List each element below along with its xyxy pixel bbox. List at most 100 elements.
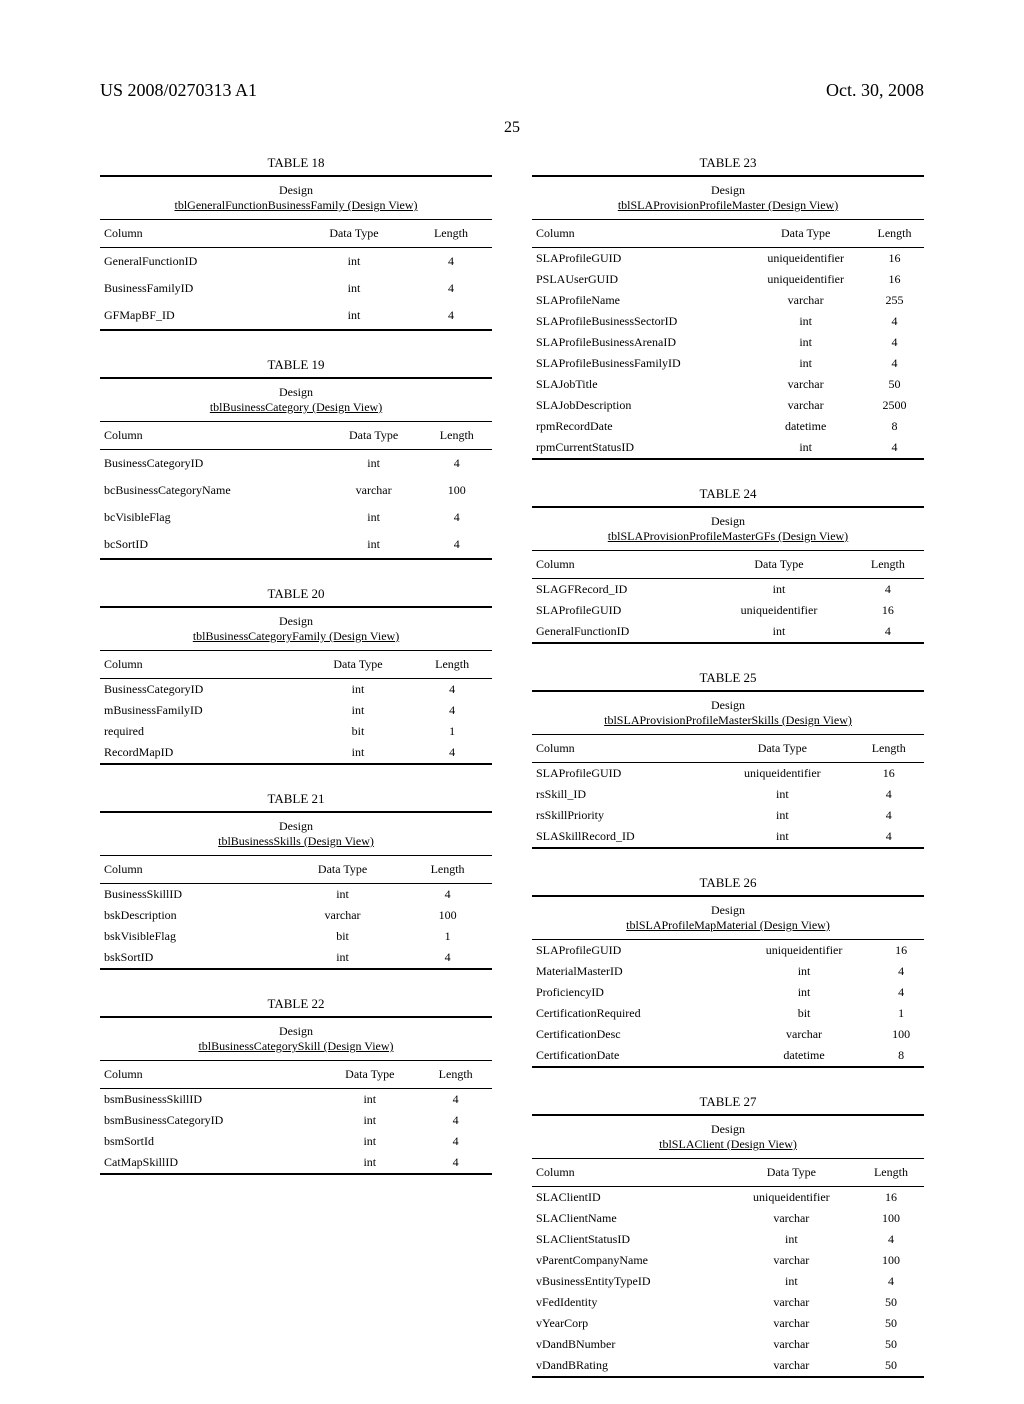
cell-column-name: vFedIdentity bbox=[532, 1292, 725, 1313]
cell-length: 16 bbox=[865, 269, 924, 290]
cell-data-type: int bbox=[320, 1110, 419, 1131]
table-row: ProficiencyIDint4 bbox=[532, 982, 924, 1003]
cell-column-name: SLAProfileBusinessArenaID bbox=[532, 332, 746, 353]
column-header-length: Length bbox=[865, 220, 924, 248]
table-row: SLAGFRecord_IDint4 bbox=[532, 579, 924, 601]
page-number: 25 bbox=[100, 119, 924, 137]
cell-data-type: int bbox=[326, 450, 422, 478]
cell-data-type: int bbox=[326, 504, 422, 531]
cell-length: 16 bbox=[878, 940, 924, 961]
table-row: SLAProfileGUIDuniqueidentifier16 bbox=[532, 248, 924, 270]
table-row: BusinessSkillIDint4 bbox=[100, 884, 492, 906]
cell-data-type: int bbox=[320, 1152, 419, 1173]
cell-column-name: mBusinessFamilyID bbox=[100, 700, 304, 721]
cell-data-type: varchar bbox=[746, 374, 865, 395]
table-row: requiredbit1 bbox=[100, 721, 492, 742]
cell-length: 8 bbox=[865, 416, 924, 437]
cell-column-name: rpmRecordDate bbox=[532, 416, 746, 437]
cell-data-type: bit bbox=[730, 1003, 879, 1024]
cell-column-name: GeneralFunctionID bbox=[532, 621, 706, 642]
table-row: SLAClientIDuniqueidentifier16 bbox=[532, 1187, 924, 1209]
table-block: TABLE 21DesigntblBusinessSkills (Design … bbox=[100, 791, 492, 970]
cell-column-name: CatMapSkillID bbox=[100, 1152, 320, 1173]
cell-data-type: uniqueidentifier bbox=[746, 248, 865, 270]
cell-length: 50 bbox=[858, 1292, 924, 1313]
cell-length: 16 bbox=[858, 1187, 924, 1209]
table-number: TABLE 19 bbox=[100, 357, 492, 373]
table-number: TABLE 18 bbox=[100, 155, 492, 171]
table-number: TABLE 21 bbox=[100, 791, 492, 807]
table-row: RecordMapIDint4 bbox=[100, 742, 492, 763]
cell-column-name: BusinessCategoryID bbox=[100, 450, 326, 478]
cell-data-type: int bbox=[746, 311, 865, 332]
table-row: SLAClientStatusIDint4 bbox=[532, 1229, 924, 1250]
cell-length: 4 bbox=[419, 1110, 492, 1131]
publication-number: US 2008/0270313 A1 bbox=[100, 80, 257, 101]
cell-column-name: rsSkill_ID bbox=[532, 784, 711, 805]
cell-data-type: int bbox=[304, 679, 413, 701]
table-row: SLAJobTitlevarchar50 bbox=[532, 374, 924, 395]
cell-column-name: SLAJobDescription bbox=[532, 395, 746, 416]
design-label: Design bbox=[532, 508, 924, 529]
table-row: bcVisibleFlagint4 bbox=[100, 504, 492, 531]
table-subtitle: tblSLAProvisionProfileMasterSkills (Desi… bbox=[532, 713, 924, 734]
table-block: TABLE 25DesigntblSLAProvisionProfileMast… bbox=[532, 670, 924, 849]
table-row: vDandBNumbervarchar50 bbox=[532, 1334, 924, 1355]
column-header-data-type: Data Type bbox=[746, 220, 865, 248]
cell-column-name: SLAClientID bbox=[532, 1187, 725, 1209]
cell-column-name: SLAProfileBusinessFamilyID bbox=[532, 353, 746, 374]
cell-data-type: int bbox=[282, 947, 403, 968]
table-block: TABLE 20DesigntblBusinessCategoryFamily … bbox=[100, 586, 492, 765]
column-header-data-type: Data Type bbox=[298, 220, 410, 248]
cell-column-name: GeneralFunctionID bbox=[100, 248, 298, 276]
cell-column-name: BusinessCategoryID bbox=[100, 679, 304, 701]
cell-length: 4 bbox=[410, 248, 492, 276]
table-row: GeneralFunctionIDint4 bbox=[100, 248, 492, 276]
column-header-length: Length bbox=[403, 856, 492, 884]
table-row: vYearCorpvarchar50 bbox=[532, 1313, 924, 1334]
cell-column-name: CertificationRequired bbox=[532, 1003, 730, 1024]
table-subtitle: tblBusinessCategory (Design View) bbox=[100, 400, 492, 421]
column-header-length: Length bbox=[422, 422, 492, 450]
cell-length: 1 bbox=[412, 721, 492, 742]
table-subtitle: tblBusinessSkills (Design View) bbox=[100, 834, 492, 855]
cell-column-name: CertificationDate bbox=[532, 1045, 730, 1066]
table-number: TABLE 27 bbox=[532, 1094, 924, 1110]
cell-data-type: uniqueidentifier bbox=[746, 269, 865, 290]
publication-date: Oct. 30, 2008 bbox=[826, 80, 924, 101]
cell-data-type: int bbox=[706, 579, 852, 601]
table-row: BusinessCategoryIDint4 bbox=[100, 679, 492, 701]
cell-length: 4 bbox=[403, 947, 492, 968]
cell-data-type: varchar bbox=[725, 1355, 858, 1376]
cell-length: 4 bbox=[858, 1271, 924, 1292]
table-subtitle: tblBusinessCategorySkill (Design View) bbox=[100, 1039, 492, 1060]
table-row: CertificationDescvarchar100 bbox=[532, 1024, 924, 1045]
table-row: SLAProfileGUIDuniqueidentifier16 bbox=[532, 940, 924, 961]
column-header-column: Column bbox=[100, 1061, 320, 1089]
cell-data-type: int bbox=[730, 982, 879, 1003]
cell-column-name: vYearCorp bbox=[532, 1313, 725, 1334]
cell-length: 4 bbox=[410, 302, 492, 329]
column-header-column: Column bbox=[532, 1159, 725, 1187]
cell-column-name: PSLAUserGUID bbox=[532, 269, 746, 290]
cell-column-name: SLAProfileGUID bbox=[532, 763, 711, 785]
table-row: bskVisibleFlagbit1 bbox=[100, 926, 492, 947]
table-row: BusinessCategoryIDint4 bbox=[100, 450, 492, 478]
cell-length: 50 bbox=[858, 1355, 924, 1376]
table-subtitle: tblSLAProvisionProfileMasterGFs (Design … bbox=[532, 529, 924, 550]
table-row: SLAProfileGUIDuniqueidentifier16 bbox=[532, 763, 924, 785]
column-header-column: Column bbox=[532, 220, 746, 248]
cell-column-name: SLAClientStatusID bbox=[532, 1229, 725, 1250]
cell-data-type: varchar bbox=[725, 1334, 858, 1355]
table-number: TABLE 25 bbox=[532, 670, 924, 686]
cell-data-type: int bbox=[320, 1089, 419, 1111]
table-block: TABLE 26DesigntblSLAProfileMapMaterial (… bbox=[532, 875, 924, 1068]
table-row: MaterialMasterIDint4 bbox=[532, 961, 924, 982]
cell-length: 4 bbox=[853, 784, 924, 805]
cell-column-name: BusinessSkillID bbox=[100, 884, 282, 906]
cell-column-name: rsSkillPriority bbox=[532, 805, 711, 826]
table-row: GeneralFunctionIDint4 bbox=[532, 621, 924, 642]
cell-data-type: uniqueidentifier bbox=[730, 940, 879, 961]
table-row: SLAProfileGUIDuniqueidentifier16 bbox=[532, 600, 924, 621]
cell-data-type: int bbox=[746, 437, 865, 458]
